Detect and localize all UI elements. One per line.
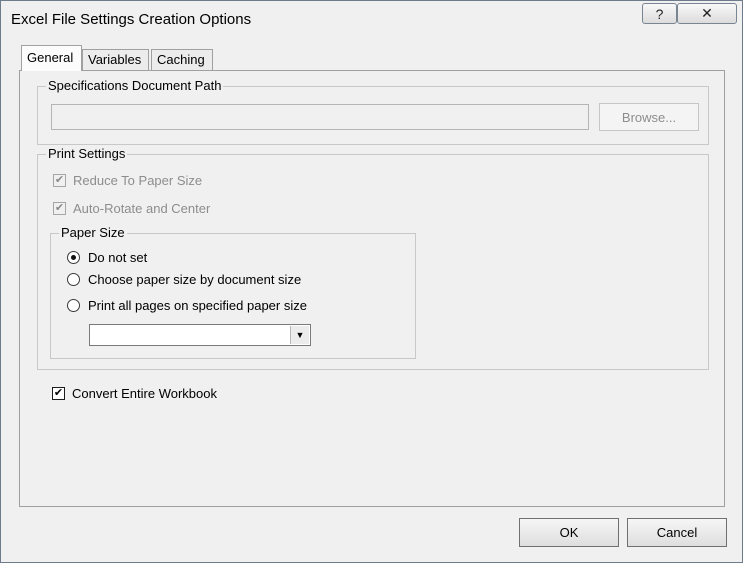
radio-specified-paper-size-label: Print all pages on specified paper size	[88, 298, 307, 313]
paper-size-dropdown[interactable]: ▼	[89, 324, 311, 346]
radio-specified-paper-size[interactable]: Print all pages on specified paper size	[67, 298, 307, 313]
radio-button-icon	[67, 273, 80, 286]
radio-by-document-size[interactable]: Choose paper size by document size	[67, 272, 301, 287]
convert-workbook-label: Convert Entire Workbook	[72, 386, 217, 401]
radio-do-not-set-label: Do not set	[88, 250, 148, 265]
ok-button[interactable]: OK	[519, 518, 619, 547]
browse-button[interactable]: Browse...	[599, 103, 699, 131]
auto-rotate-checkbox[interactable]: ✔ Auto-Rotate and Center	[53, 201, 210, 216]
tab-variables[interactable]: Variables	[82, 49, 149, 70]
close-icon: ✕	[701, 5, 713, 21]
general-tab-panel: Specifications Document Path Browse... P…	[19, 70, 725, 507]
reduce-to-paper-checkbox[interactable]: ✔ Reduce To Paper Size	[53, 173, 202, 188]
cancel-button[interactable]: Cancel	[627, 518, 727, 547]
close-button[interactable]: ✕	[677, 3, 737, 24]
convert-check-icon: ✔	[52, 387, 65, 400]
reduce-to-paper-label: Reduce To Paper Size	[73, 173, 203, 188]
tab-general[interactable]: General	[21, 45, 82, 71]
tab-caching[interactable]: Caching	[151, 49, 213, 70]
paper-size-group-title: Paper Size	[59, 225, 127, 241]
autorotate-check-icon: ✔	[53, 202, 66, 215]
radio-by-document-size-label: Choose paper size by document size	[88, 272, 302, 287]
print-settings-group: Print Settings ✔ Reduce To Paper Size ✔ …	[37, 146, 709, 370]
radio-button-icon	[67, 299, 80, 312]
radio-button-icon	[67, 251, 80, 264]
window-title: Excel File Settings Creation Options	[11, 11, 252, 28]
auto-rotate-label: Auto-Rotate and Center	[73, 201, 211, 216]
convert-workbook-checkbox[interactable]: ✔ Convert Entire Workbook	[52, 386, 217, 401]
dialog-window: Excel File Settings Creation Options ? ✕…	[0, 0, 743, 563]
spec-path-group: Specifications Document Path Browse...	[37, 78, 709, 145]
print-settings-group-title: Print Settings	[46, 146, 128, 162]
paper-size-group: Paper Size Do not set Choose paper size …	[50, 225, 416, 359]
radio-do-not-set[interactable]: Do not set	[67, 250, 147, 265]
chevron-down-icon[interactable]: ▼	[290, 326, 309, 344]
title-bar: Excel File Settings Creation Options ? ✕	[1, 1, 742, 37]
spec-path-input[interactable]	[51, 104, 589, 130]
spec-path-group-title: Specifications Document Path	[46, 78, 224, 94]
help-icon: ?	[655, 5, 664, 22]
reduce-check-icon: ✔	[53, 174, 66, 187]
help-button[interactable]: ?	[642, 3, 677, 24]
